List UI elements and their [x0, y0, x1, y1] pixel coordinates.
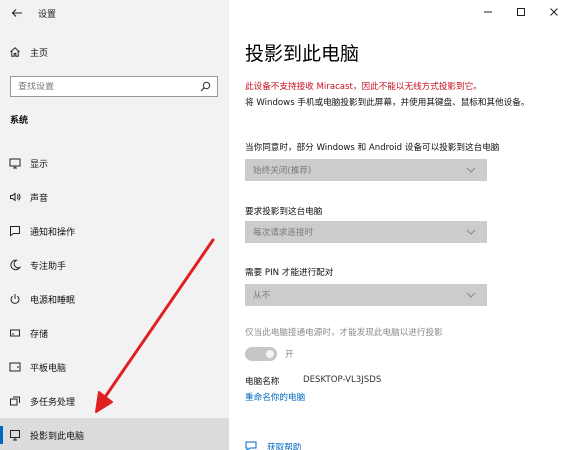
project-icon: [0, 429, 30, 441]
home-icon: [0, 46, 30, 58]
speaker-icon: [0, 191, 30, 203]
minimize-icon: [483, 11, 492, 13]
app-title: 设置: [38, 9, 57, 20]
sidebar-item-label: 投影到此电脑: [30, 431, 85, 442]
minimize-button[interactable]: [471, 0, 504, 24]
sidebar-item-label: 存储: [30, 329, 49, 340]
sidebar-item-display[interactable]: 显示: [0, 146, 229, 180]
sidebar-item-sound[interactable]: 声音: [0, 180, 229, 214]
back-button[interactable]: [0, 0, 34, 26]
sidebar-item-multitasking[interactable]: 多任务处理: [0, 384, 229, 418]
setting3-label: 需要 PIN 才能进行配对: [245, 268, 334, 278]
sidebar-item-label: 显示: [30, 159, 49, 170]
chevron-down-icon: [466, 292, 476, 298]
sidebar-item-project-to-this-pc[interactable]: 投影到此电脑: [0, 418, 229, 450]
toggle-knob: [266, 350, 274, 358]
description-text: 将 Windows 手机或电脑投影到此屏幕，并使用其键盘、鼠标和其他设备。: [245, 98, 530, 108]
display-icon: [0, 157, 30, 169]
setting3-dropdown[interactable]: 从不: [245, 284, 487, 306]
sidebar-item-label: 电源和睡眠: [30, 295, 76, 306]
close-icon: [549, 8, 558, 16]
notification-icon: [0, 225, 30, 237]
sidebar-item-label: 声音: [30, 193, 49, 204]
pc-name-value: DESKTOP-VL3JSDS: [303, 375, 382, 385]
sidebar-item-label: 通知和操作: [30, 227, 76, 238]
setting1-label: 当你同意时，部分 Windows 和 Android 设备可以投影到这台电脑: [245, 143, 500, 153]
dropdown-value: 始终关闭(推荐): [253, 166, 312, 176]
rename-pc-link[interactable]: 重命名你的电脑: [245, 391, 305, 403]
sidebar-item-storage[interactable]: 存储: [0, 316, 229, 350]
search-input[interactable]: [18, 81, 198, 92]
multitask-icon: [0, 395, 30, 407]
storage-icon: [0, 327, 30, 339]
setting1-dropdown[interactable]: 始终关闭(推荐): [245, 159, 487, 181]
sidebar-item-label: 专注助手: [30, 261, 67, 272]
sidebar-item-label: 多任务处理: [30, 397, 76, 408]
sidebar-item-label: 平板电脑: [30, 363, 67, 374]
maximize-icon: [516, 8, 525, 16]
help-icon: [245, 441, 257, 450]
main-content: 投影到此电脑 此设备不支持接收 Miracast，因此不能以无线方式投影到它。 …: [229, 0, 570, 450]
power-only-label: 仅当此电脑接通电源时，才能发现此电脑以进行投影: [245, 328, 443, 338]
tablet-icon: [0, 361, 30, 373]
title-bar: 设置: [0, 0, 229, 26]
toggle-state-text: 开: [285, 350, 294, 360]
dropdown-value: 每次请求连接时: [253, 228, 314, 238]
sidebar-item-power[interactable]: 电源和睡眠: [0, 282, 229, 316]
setting2-label: 要求投影到这台电脑: [245, 207, 323, 217]
pc-name-label: 电脑名称: [245, 377, 280, 387]
sidebar: 设置 主页 系统 显示 声音 通知和操作: [0, 0, 229, 450]
pc-name-row: 电脑名称 DESKTOP-VL3JSDS: [245, 375, 381, 387]
maximize-button[interactable]: [504, 0, 537, 24]
close-button[interactable]: [537, 0, 570, 24]
section-title: 系统: [10, 116, 29, 126]
moon-icon: [0, 259, 30, 271]
help-row[interactable]: 获取帮助: [245, 441, 301, 450]
search-box[interactable]: [10, 76, 218, 97]
setting2-dropdown[interactable]: 每次请求连接时: [245, 221, 487, 243]
window-controls: [471, 0, 570, 24]
power-icon: [0, 293, 30, 305]
power-only-toggle[interactable]: [245, 347, 277, 361]
sidebar-item-focus-assist[interactable]: 专注助手: [0, 248, 229, 282]
get-help-link[interactable]: 获取帮助: [267, 441, 301, 450]
sidebar-item-notifications[interactable]: 通知和操作: [0, 214, 229, 248]
sidebar-item-home[interactable]: 主页: [0, 42, 229, 62]
sidebar-item-label: 主页: [30, 48, 49, 59]
back-arrow-icon: [11, 9, 22, 17]
dropdown-value: 从不: [253, 291, 271, 301]
nav-list: 显示 声音 通知和操作 专注助手 电源和睡眠 存储 平板电脑 多任务处理 投影到…: [0, 146, 229, 450]
miracast-warning: 此设备不支持接收 Miracast，因此不能以无线方式投影到它。: [245, 82, 482, 92]
chevron-down-icon: [466, 229, 476, 235]
search-icon[interactable]: [200, 77, 211, 96]
sidebar-item-tablet[interactable]: 平板电脑: [0, 350, 229, 384]
page-title: 投影到此电脑: [245, 43, 360, 65]
chevron-down-icon: [466, 167, 476, 173]
